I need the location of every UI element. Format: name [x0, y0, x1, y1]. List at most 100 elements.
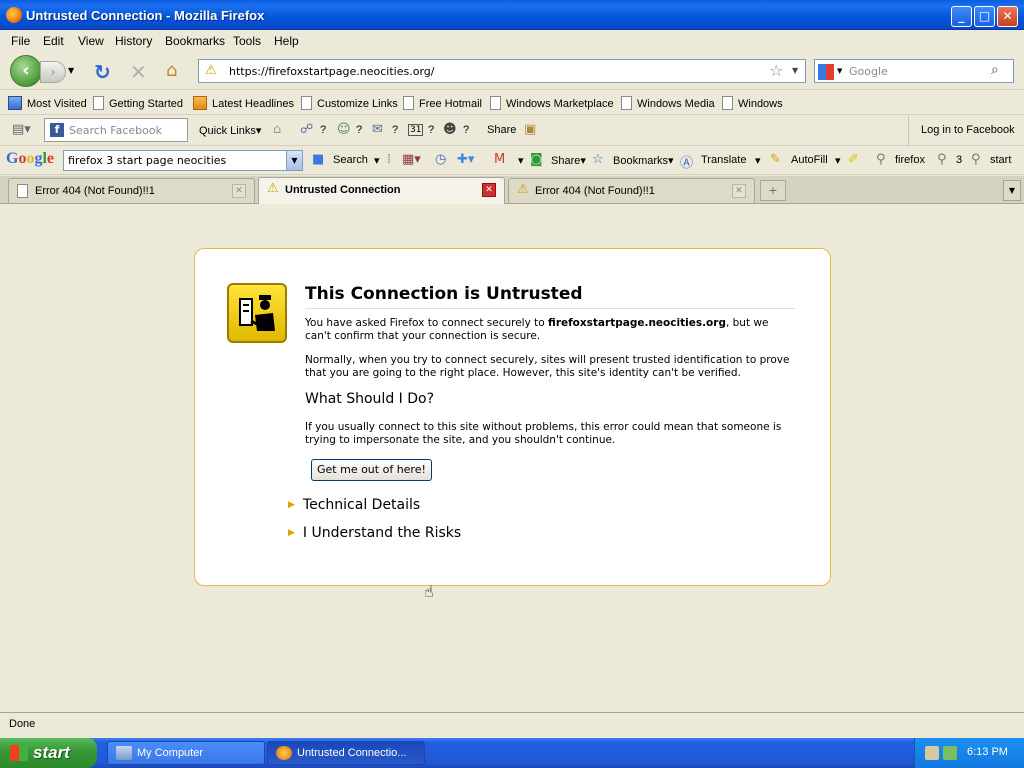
page-icon: [490, 96, 501, 110]
tab-untrusted-connection[interactable]: ⚠ Untrusted Connection ✕: [258, 177, 505, 204]
events-count: ?: [428, 124, 435, 136]
url-dropdown-icon[interactable]: ▼: [792, 66, 798, 75]
translate-dropdown-icon[interactable]: ▾: [755, 154, 761, 167]
google-share-button[interactable]: Share▾: [551, 154, 586, 167]
tab-label: Error 404 (Not Found)!!1: [535, 185, 655, 197]
technical-details-expander[interactable]: ▶ Technical Details: [288, 497, 420, 513]
search-engine-icon[interactable]: [818, 64, 834, 80]
window-titlebar[interactable]: Untrusted Connection - Mozilla Firefox _…: [0, 0, 1024, 30]
highlighter-icon[interactable]: ✐: [848, 152, 859, 167]
maximize-button[interactable]: □: [974, 6, 995, 27]
toolbar-pages-icon[interactable]: ▤▾: [12, 122, 31, 137]
menu-help[interactable]: Help: [274, 34, 299, 48]
menu-bookmarks[interactable]: Bookmarks: [165, 34, 225, 48]
status-text: Done: [9, 718, 36, 730]
search-term-firefox[interactable]: firefox: [895, 154, 925, 166]
menu-view[interactable]: View: [78, 34, 104, 48]
google-query-input[interactable]: firefox 3 start page neocities ▼: [63, 150, 303, 171]
tray-app-icon[interactable]: [925, 746, 939, 760]
autofill-icon[interactable]: ✎: [770, 152, 781, 167]
google-search-button[interactable]: Search: [333, 154, 368, 166]
minimize-button[interactable]: _: [951, 6, 972, 27]
taskbar-my-computer[interactable]: My Computer: [107, 741, 265, 765]
clock[interactable]: 6:13 PM: [967, 746, 1008, 758]
home-button[interactable]: ⌂: [166, 60, 177, 81]
friend-requests-icon[interactable]: ☺: [337, 122, 351, 137]
translate-icon[interactable]: Ⓐ: [680, 152, 693, 171]
navigation-toolbar: ‹ › ▼ ↻ ✕ ⌂ ⚠ https://firefoxstartpage.n…: [0, 52, 1024, 90]
facebook-pokes-icon[interactable]: ☍: [300, 122, 313, 137]
tab-error-404-1[interactable]: Error 404 (Not Found)!!1 ✕: [8, 178, 255, 203]
stop-button[interactable]: ✕: [130, 60, 147, 84]
bookmark-windows-media[interactable]: Windows Media: [621, 96, 715, 110]
reload-button[interactable]: ↻: [94, 60, 111, 84]
host-name: firefoxstartpage.neocities.org: [548, 317, 726, 329]
search-term-3[interactable]: 3: [956, 154, 962, 166]
search-term-icon: ⚲: [971, 152, 981, 167]
quick-links-menu[interactable]: Quick Links▾: [199, 124, 261, 137]
close-tab-icon[interactable]: ✕: [732, 184, 746, 198]
tab-strip: Error 404 (Not Found)!!1 ✕ ⚠ Untrusted C…: [0, 176, 1024, 204]
forward-button[interactable]: ›: [40, 61, 66, 83]
facebook-search-input[interactable]: f Search Facebook: [44, 118, 188, 142]
menu-tools[interactable]: Tools: [233, 34, 261, 48]
facebook-home-icon[interactable]: ⌂: [273, 122, 281, 137]
gmail-icon[interactable]: M: [494, 152, 505, 167]
gmail-dropdown-icon[interactable]: ▾: [518, 154, 524, 167]
search-magnifier-icon[interactable]: ⌕: [991, 62, 999, 78]
tab-list-dropdown-icon[interactable]: ▼: [1003, 180, 1021, 201]
most-visited-icon: [8, 96, 22, 110]
engine-dropdown-icon[interactable]: ▼: [837, 67, 842, 75]
search-dropdown-icon[interactable]: ▾: [374, 154, 380, 167]
bookmark-most-visited[interactable]: Most Visited: [8, 96, 87, 110]
back-button[interactable]: ‹: [10, 55, 42, 87]
share-icon[interactable]: ◙: [530, 152, 543, 167]
history-dropdown-icon[interactable]: ▼: [68, 66, 74, 75]
plus-icon[interactable]: ✚▾: [457, 152, 474, 167]
tab-error-404-2[interactable]: ⚠ Error 404 (Not Found)!!1 ✕: [508, 178, 755, 203]
translate-button[interactable]: Translate: [701, 154, 746, 166]
menu-file[interactable]: File: [11, 34, 30, 48]
groups-icon[interactable]: ☻: [443, 122, 457, 137]
tray-network-icon[interactable]: [943, 746, 957, 760]
bookmark-windows-marketplace[interactable]: Windows Marketplace: [490, 96, 614, 110]
bookmark-free-hotmail[interactable]: Free Hotmail: [403, 96, 482, 110]
menu-history[interactable]: History: [115, 34, 152, 48]
understand-risks-expander[interactable]: ▶ I Understand the Risks: [288, 525, 461, 541]
new-tab-button[interactable]: +: [760, 180, 786, 201]
facebook-login-button[interactable]: Log in to Facebook: [908, 116, 1015, 145]
bookmark-windows[interactable]: Windows: [722, 96, 783, 110]
bookmark-latest-headlines[interactable]: Latest Headlines: [193, 96, 294, 110]
google-search-icon[interactable]: ■: [312, 152, 324, 167]
google-query-dropdown-icon[interactable]: ▼: [286, 151, 302, 170]
get-me-out-button[interactable]: Get me out of here!: [311, 459, 432, 481]
taskbar-firefox[interactable]: Untrusted Connectio...: [267, 741, 425, 765]
google-logo[interactable]: Google: [6, 150, 54, 168]
menu-edit[interactable]: Edit: [43, 34, 64, 48]
close-tab-icon[interactable]: ✕: [232, 184, 246, 198]
calendar-icon[interactable]: 31: [408, 124, 424, 136]
autofill-dropdown-icon[interactable]: ▾: [835, 154, 841, 167]
google-bookmarks-button[interactable]: Bookmarks▾: [613, 154, 674, 167]
share-box-icon[interactable]: ▣: [524, 122, 536, 137]
facebook-search-placeholder[interactable]: Search Facebook: [69, 124, 162, 137]
autofill-button[interactable]: AutoFill: [791, 154, 828, 166]
url-bar[interactable]: ⚠ https://firefoxstartpage.neocities.org…: [198, 59, 806, 83]
close-window-button[interactable]: ✕: [997, 6, 1018, 27]
search-box[interactable]: ▼ Google ⌕: [814, 59, 1014, 83]
messages-icon[interactable]: ✉: [372, 122, 383, 137]
bookmark-customize-links[interactable]: Customize Links: [301, 96, 398, 110]
search-term-start[interactable]: start: [990, 154, 1011, 166]
start-button[interactable]: start: [0, 738, 97, 768]
bookmarks-star-icon[interactable]: ☆: [592, 152, 604, 167]
google-query-value[interactable]: firefox 3 start page neocities: [68, 154, 226, 167]
bookmark-getting-started[interactable]: Getting Started: [93, 96, 183, 110]
clock-icon[interactable]: ◷: [435, 152, 446, 167]
bookmark-star-icon[interactable]: ☆: [769, 61, 783, 80]
close-tab-icon[interactable]: ✕: [482, 183, 496, 197]
page-icon: [722, 96, 733, 110]
pagerank-icon[interactable]: ▦▾: [402, 152, 421, 167]
search-placeholder[interactable]: Google: [849, 65, 888, 78]
url-text[interactable]: https://firefoxstartpage.neocities.org/: [229, 65, 434, 78]
facebook-share-button[interactable]: Share: [487, 124, 516, 136]
